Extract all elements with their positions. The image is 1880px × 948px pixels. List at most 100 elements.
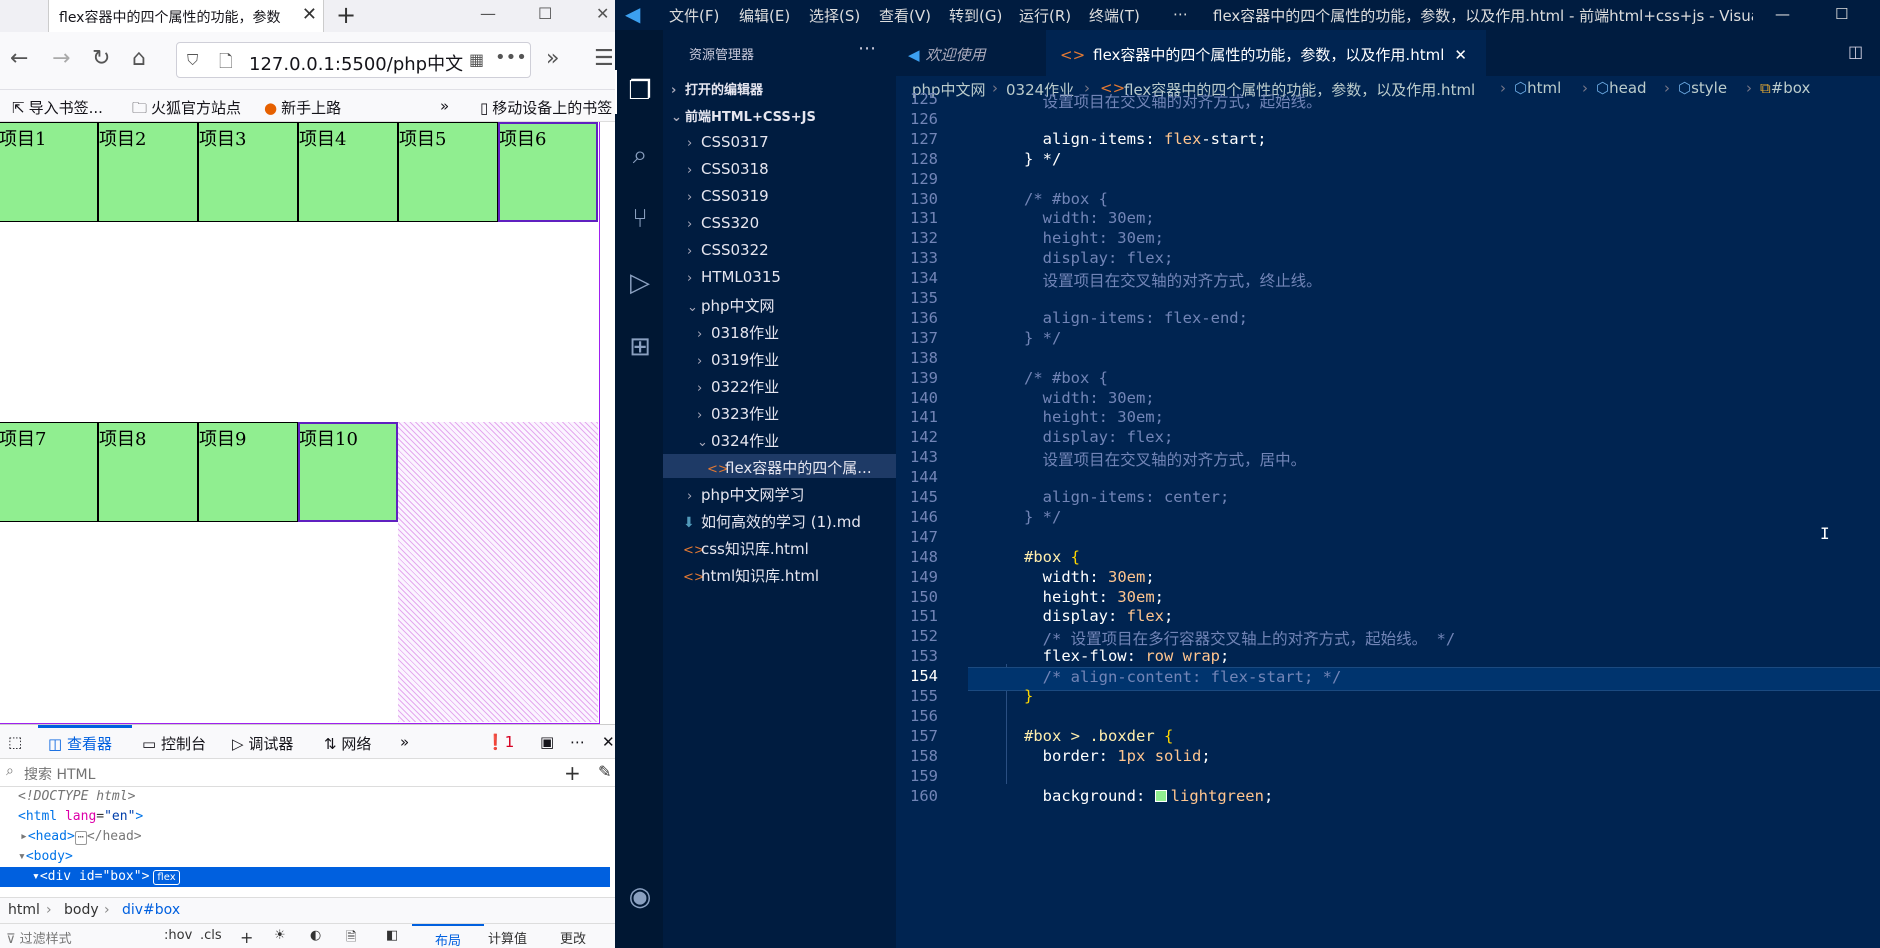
menu-view[interactable]: 查看(V) [879,5,931,26]
split-panel-icon[interactable]: ◧ [386,928,398,943]
tree-item-file-active[interactable]: <>flex容器中的四个属... [663,454,896,478]
tree-item-folder[interactable]: › HTML0315 [663,265,896,289]
bookmark-firefox-site[interactable]: 🗀 火狐官方站点 [132,97,241,123]
tree-item-folder[interactable]: › CSS0322 [663,238,896,262]
section-open-editors[interactable]: › 打开的编辑器 [663,76,896,100]
tree-item-file[interactable]: <>html知识库.html [663,562,896,586]
close-window-icon[interactable]: ✕ [596,4,609,23]
bookmark-overflow[interactable]: » [440,97,449,115]
add-rule-button[interactable]: + [240,928,253,947]
color-swatch[interactable] [1154,789,1167,802]
cls-button[interactable]: .cls [200,928,222,943]
account-icon[interactable]: ◉ [625,882,655,912]
tree-item-folder[interactable]: › 0319作业 [663,346,896,370]
split-editor-icon[interactable]: ◫ [1848,42,1863,61]
tree-item-folder[interactable]: › CSS320 [663,211,896,235]
tab-network[interactable]: ⇅ 网络 [324,733,371,754]
responsive-mode-icon[interactable]: ▣ [540,733,554,751]
menu-go[interactable]: 转到(G) [949,5,1002,26]
maximize-icon[interactable]: ☐ [1835,5,1848,23]
minimize-icon[interactable]: — [480,4,496,23]
menu-selection[interactable]: 选择(S) [809,5,860,26]
tab-close-icon[interactable]: ✕ [1454,46,1467,64]
bookmark-getting-started[interactable]: ● 新手上路 [264,97,341,118]
menu-terminal[interactable]: 终端(T) [1089,5,1140,26]
expand-icon[interactable]: ▸ [20,829,28,844]
dark-theme-icon[interactable]: ◐ [310,928,321,943]
tab-welcome[interactable]: ◀ 欢迎使用 [896,30,1046,76]
hov-button[interactable]: :hov [164,928,192,943]
tab-inspector[interactable]: ◫ 查看器 [48,733,112,754]
collapse-icon[interactable]: ▾ [18,849,26,864]
code-editor[interactable]: 125 126 127 128 129 130 131 132 133 134 135 136 137 1… [896,90,1880,948]
tree-item-file[interactable]: ⬇ 如何高效的学习 (1).md [663,508,896,532]
tree-body[interactable]: ▾<body> [0,847,610,867]
devtools-close-icon[interactable]: ✕ [602,733,615,751]
tab-console[interactable]: ▭ 控制台 [142,733,206,754]
tree-doctype[interactable]: <!DOCTYPE html> [0,787,610,807]
menu-edit[interactable]: 编辑(E) [739,5,790,26]
filter-styles-input[interactable]: ⊽ 过滤样式 [6,928,72,947]
minimize-icon[interactable]: — [1775,5,1790,23]
tab-changes[interactable]: 更改 [560,928,586,947]
tab-debugger[interactable]: ▷ 调试器 [232,733,293,754]
shield-icon[interactable]: ⛉ [187,51,198,69]
forward-icon[interactable]: → [52,46,70,72]
eyedropper-icon[interactable]: ✎ [598,762,611,781]
extensions-icon[interactable]: ⊞ [625,332,655,362]
page-actions-icon[interactable]: ••• [495,47,527,68]
search-icon[interactable]: ⌕ [625,140,655,170]
section-workspace[interactable]: ⌄ 前端HTML+CSS+JS [663,103,896,127]
tree-div-box[interactable]: ▾<div id="box"> flex [0,867,610,887]
devtools-menu-icon[interactable]: ⋯ [570,733,585,751]
breadcrumb-body[interactable]: body [64,902,99,918]
nav-overflow-icon[interactable]: » [546,46,559,72]
tree-item-folder[interactable]: › 0322作业 [663,373,896,397]
tree-item-folder[interactable]: › 0323作业 [663,400,896,424]
add-node-icon[interactable]: + [564,761,581,785]
light-theme-icon[interactable]: ☀ [274,928,286,943]
html-search-bar[interactable]: ⌕ 搜索 HTML + ✎ [0,759,615,787]
menu-more[interactable]: ⋯ [1173,5,1188,23]
tree-item-folder[interactable]: › CSS0317 [663,130,896,154]
tree-item-file[interactable]: <>css知识库.html [663,535,896,559]
code-line[interactable]: background: lightgreen; [968,787,1880,811]
tree-item-folder[interactable]: › php中文网学习 [663,481,896,505]
tree-item-folder[interactable]: › 0318作业 [663,319,896,343]
browser-tab[interactable]: flex容器中的四个属性的功能，参数 ✕ [48,0,324,32]
breadcrumb-html[interactable]: html [8,902,40,918]
tree-html[interactable]: <html lang="en"> [0,807,610,827]
run-debug-icon[interactable]: ▷ [625,268,655,298]
collapsed-badge[interactable]: ⋯ [74,831,87,845]
menu-file[interactable]: 文件(F) [669,5,719,26]
back-icon[interactable]: ← [10,46,28,72]
collapse-icon[interactable]: ▾ [32,869,40,884]
menu-icon[interactable]: ☰ [594,46,614,72]
breadcrumb-div-box[interactable]: div#box [122,902,180,918]
bookmark-mobile[interactable]: ▯ 移动设备上的书签 [480,97,612,118]
devtools-overflow-icon[interactable]: » [400,733,409,751]
reload-icon[interactable]: ↻ [92,46,110,72]
explorer-icon[interactable]: ❐ [625,76,655,106]
new-tab-button[interactable]: + [336,2,356,28]
tree-item-folder[interactable]: ⌄ php中文网 [663,292,896,316]
home-icon[interactable]: ⌂ [132,46,146,72]
html-search-input[interactable]: 搜索 HTML [24,764,95,784]
maximize-icon[interactable]: ☐ [538,4,552,23]
tab-active-file[interactable]: <> flex容器中的四个属性的功能，参数，以及作用.html ✕ [1046,30,1486,76]
tree-head[interactable]: ▸<head> ⋯ </head> [0,827,610,847]
print-media-icon[interactable]: 🗎 [346,928,356,948]
element-picker-icon[interactable]: ⬚ [8,733,22,751]
explorer-more-icon[interactable]: ⋯ [858,38,876,59]
bookmark-import[interactable]: ⇱ 导入书签... [12,97,103,118]
source-control-icon[interactable]: ⑂ [625,204,655,234]
tab-computed[interactable]: 计算值 [488,928,527,947]
menu-run[interactable]: 运行(R) [1019,5,1071,26]
url-bar[interactable]: ⛉ 🗋 127.0.0.1:5500/php中文网/ ▦ ••• [176,42,531,78]
error-count-badge[interactable]: ❗1 [486,733,514,751]
tree-item-folder[interactable]: › CSS0318 [663,157,896,181]
url-text[interactable]: 127.0.0.1:5500/php中文网/ [249,50,464,76]
tab-close-icon[interactable]: ✕ [302,5,317,25]
flex-badge[interactable]: flex [153,870,180,885]
qr-code-icon[interactable]: ▦ [469,50,484,69]
